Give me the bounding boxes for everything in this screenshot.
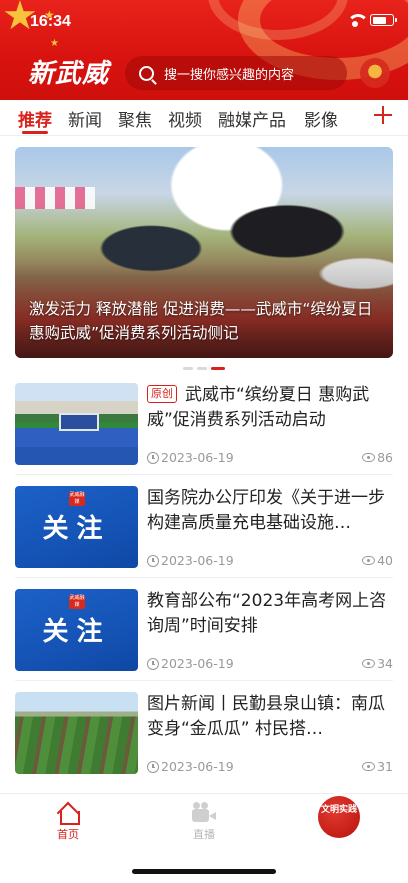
news-meta: 2023-06-19 40: [147, 553, 393, 569]
news-title: 教育部公布“2023年高考网上咨询周”时间安排: [147, 591, 387, 636]
divider: [15, 474, 393, 475]
eye-icon: [362, 556, 376, 565]
news-meta: 2023-06-19 86: [147, 450, 393, 466]
emblem-icon[interactable]: [360, 58, 390, 88]
clock-icon: [147, 452, 159, 464]
news-thumbnail: 武威融媒 关注: [15, 486, 138, 568]
nav-live-label: 直播: [193, 828, 215, 841]
news-date: 2023-06-19: [161, 656, 234, 671]
news-views: 86: [377, 450, 393, 465]
clock-icon: [147, 555, 159, 567]
featured-banner[interactable]: 激发活力 释放潜能 促进消费——武威市“缤纷夏日 惠购武威”促消费系列活动侧记: [15, 147, 393, 358]
divider: [15, 577, 393, 578]
app-header: ★ ★ ★ 16:34 新武威 搜一搜你感兴趣的内容: [0, 0, 408, 100]
news-item[interactable]: 武威融媒 关注 教育部公布“2023年高考网上咨询周”时间安排 2023-06-…: [0, 589, 408, 689]
divider: [15, 680, 393, 681]
carousel-indicator: [0, 367, 408, 373]
carousel-dot[interactable]: [183, 367, 193, 370]
news-date: 2023-06-19: [161, 553, 234, 568]
carousel-dot-active[interactable]: [211, 367, 225, 370]
eye-icon: [362, 762, 376, 771]
banner-image-detail: [15, 187, 95, 209]
news-title: 图片新闻丨民勤县泉山镇：南瓜变身“金瓜瓜” 村民搭…: [147, 694, 385, 739]
civic-practice-button[interactable]: 文明实践: [318, 796, 360, 838]
news-date: 2023-06-19: [161, 450, 234, 465]
tab-gallery[interactable]: 影像: [304, 106, 338, 131]
category-tabs: 推荐 新闻 聚焦 视频 融媒产品 影像: [0, 100, 408, 136]
notice-text: 关注: [42, 514, 111, 544]
news-thumbnail: [15, 383, 138, 465]
status-time: 16:34: [30, 13, 71, 30]
tab-news[interactable]: 新闻: [68, 106, 102, 131]
tab-video[interactable]: 视频: [168, 106, 202, 131]
original-tag: 原创: [147, 385, 177, 403]
active-tab-indicator: [22, 131, 48, 134]
battery-icon: [370, 14, 397, 26]
news-item[interactable]: 图片新闻丨民勤县泉山镇：南瓜变身“金瓜瓜” 村民搭… 2023-06-19 31: [0, 692, 408, 792]
app-logo: 新武威: [28, 59, 110, 89]
eye-icon: [362, 659, 376, 668]
news-views: 34: [377, 656, 393, 671]
news-item[interactable]: 原创 武威市“缤纷夏日 惠购武威”促消费系列活动启动 2023-06-19 86: [0, 383, 408, 483]
home-indicator: [132, 869, 276, 874]
news-thumbnail: 武威融媒 关注: [15, 589, 138, 671]
tab-focus[interactable]: 聚焦: [118, 106, 152, 131]
home-icon: [57, 802, 80, 825]
news-title: 国务院办公厅印发《关于进一步构建高质量充电基础设施…: [147, 488, 385, 533]
wifi-icon: [346, 14, 369, 27]
nav-home-label: 首页: [57, 828, 79, 841]
clock-icon: [147, 658, 159, 670]
clock-icon: [147, 761, 159, 773]
tab-media-products[interactable]: 融媒产品: [218, 106, 286, 131]
news-title: 原创 武威市“缤纷夏日 惠购武威”促消费系列活动启动: [147, 383, 393, 433]
video-camera-icon: [192, 802, 216, 824]
tab-fade: [352, 100, 366, 134]
banner-caption: 激发活力 释放潜能 促进消费——武威市“缤纷夏日 惠购武威”促消费系列活动侧记: [29, 300, 373, 342]
news-views: 40: [377, 553, 393, 568]
news-meta: 2023-06-19 34: [147, 656, 393, 672]
news-meta: 2023-06-19 31: [147, 759, 393, 775]
news-thumbnail: [15, 692, 138, 774]
nav-live[interactable]: 直播: [174, 802, 234, 842]
star-icon: ★: [50, 38, 59, 49]
nav-home[interactable]: 首页: [38, 802, 98, 842]
notice-badge: 武威融媒: [69, 492, 85, 506]
tab-recommend[interactable]: 推荐: [18, 106, 52, 131]
status-icons: [346, 14, 397, 27]
news-item[interactable]: 武威融媒 关注 国务院办公厅印发《关于进一步构建高质量充电基础设施… 2023-…: [0, 486, 408, 586]
notice-text: 关注: [42, 617, 111, 647]
eye-icon: [362, 453, 376, 462]
search-bar[interactable]: 搜一搜你感兴趣的内容: [125, 56, 347, 90]
news-views: 31: [377, 759, 393, 774]
news-date: 2023-06-19: [161, 759, 234, 774]
add-tab-icon[interactable]: [374, 106, 392, 124]
news-title-text: 武威市“缤纷夏日 惠购武威”促消费系列活动启动: [147, 385, 370, 430]
notice-badge: 武威融媒: [69, 595, 85, 609]
search-placeholder: 搜一搜你感兴趣的内容: [164, 67, 295, 83]
carousel-dot[interactable]: [197, 367, 207, 370]
search-icon: [139, 65, 154, 81]
